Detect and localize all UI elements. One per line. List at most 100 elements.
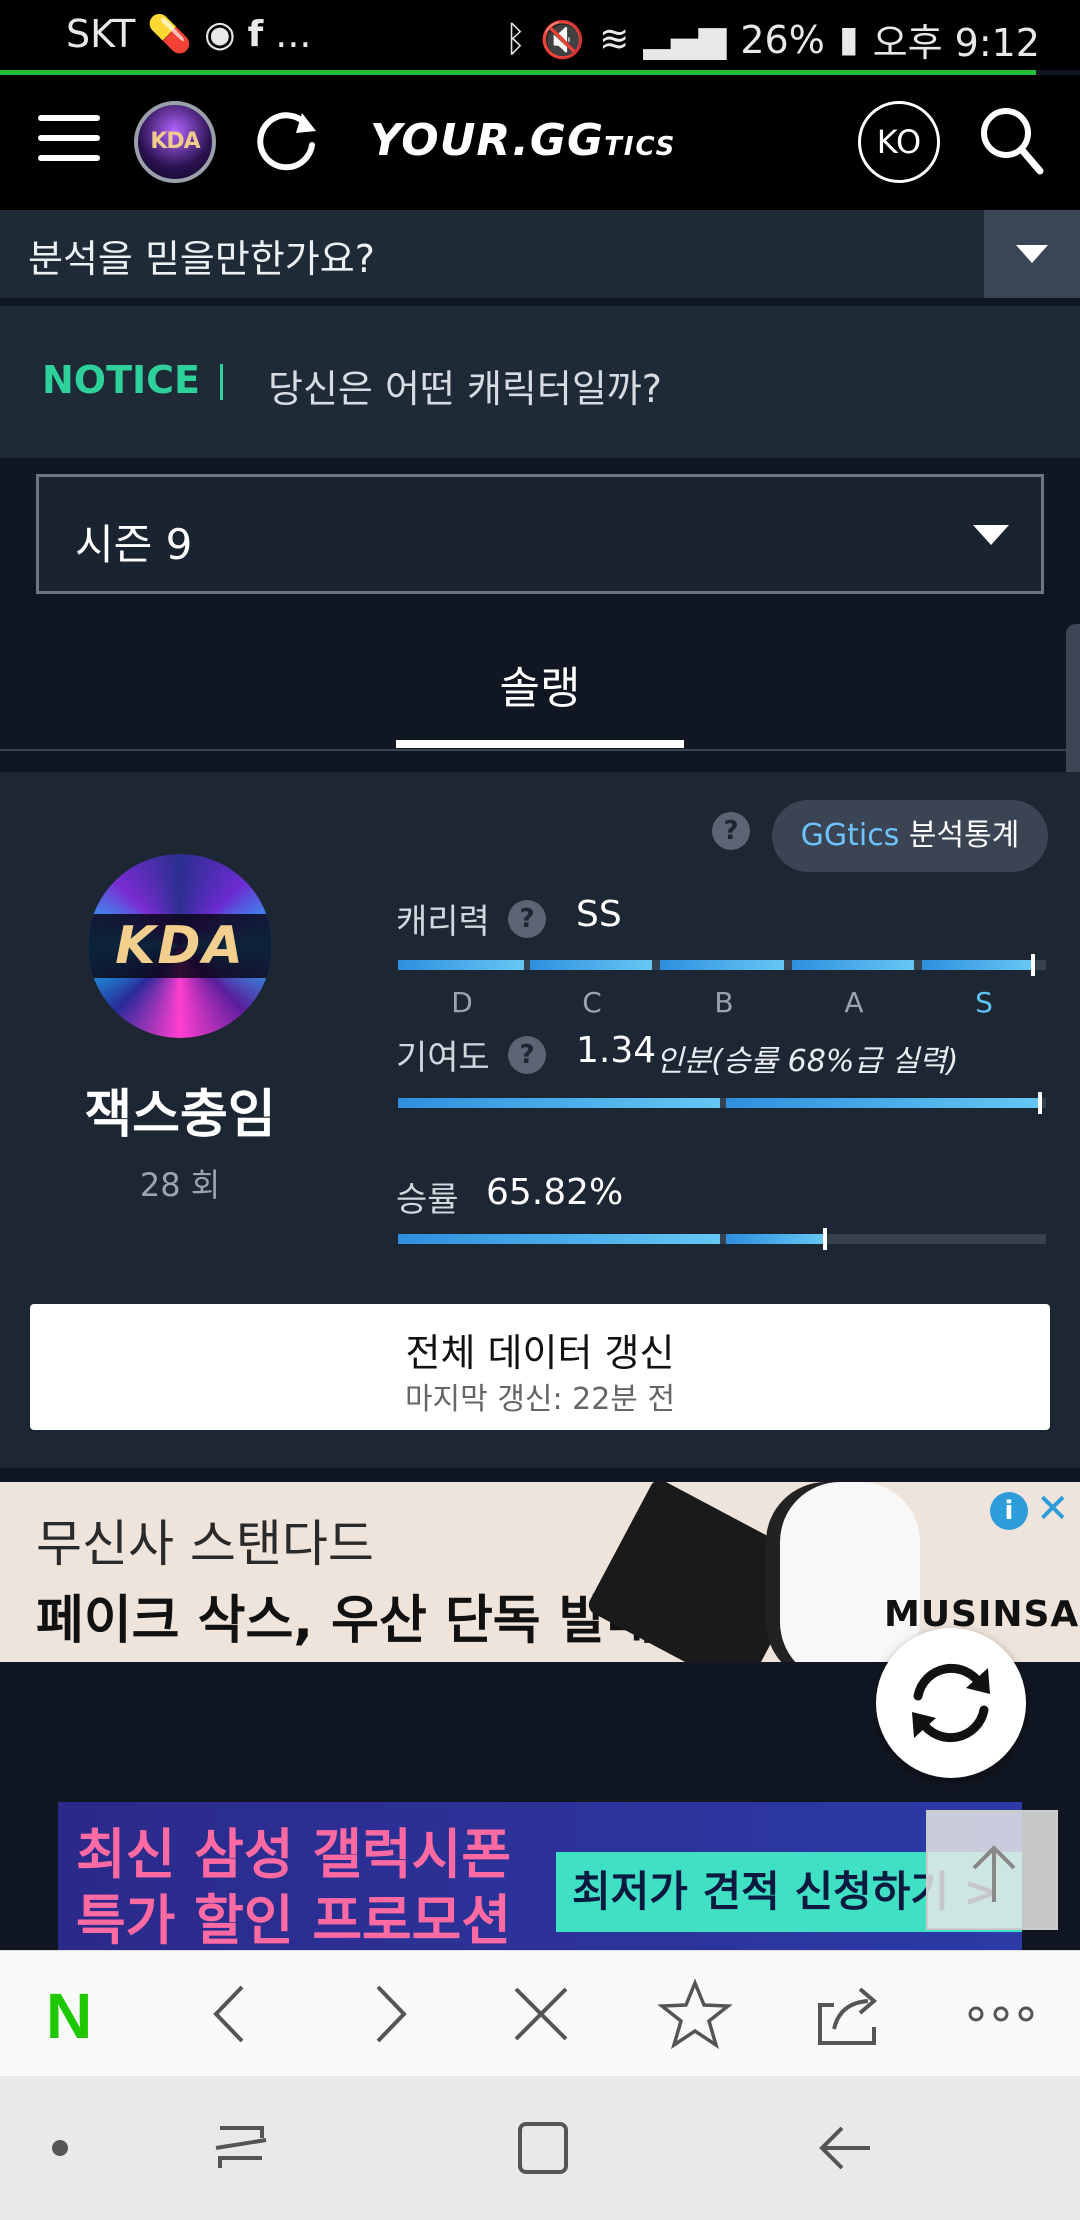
winrate-bar-segment-1 (398, 1234, 720, 1244)
scroll-to-top-button[interactable] (926, 1810, 1058, 1930)
active-tab-indicator (396, 740, 684, 748)
season-select[interactable]: 시즌 9 (36, 474, 1044, 594)
wifi-icon: ≋ (599, 19, 630, 60)
contribution-bar-segment-2 (726, 1098, 1042, 1108)
mute-icon: 🔇 (540, 19, 586, 61)
games-count: 28 회 (139, 1166, 221, 1204)
skill-value: SS (576, 894, 622, 935)
winrate-value: 65.82% (486, 1172, 624, 1213)
winrate-label: 승률 (396, 1180, 459, 1220)
winrate-bar (398, 1228, 1046, 1250)
ad-info-icon[interactable]: i (990, 1492, 1028, 1530)
skill-label: 캐리력 (396, 902, 490, 942)
contribution-bar-marker (1038, 1092, 1042, 1114)
skill-bar-marker (1031, 954, 1035, 976)
dot-icon[interactable] (40, 2128, 80, 2168)
sync-icon (912, 1663, 990, 1743)
grade-d: D (451, 986, 473, 1019)
recent-apps-icon[interactable] (206, 2118, 276, 2178)
notice-label: NOTICE (42, 358, 201, 402)
stats-button-accent: GGtics (800, 818, 900, 853)
status-bar: SKT 💊 ◉ f ... ᛒ 🔇 ≋ ▂▄▆ 26% ▮ 오후 9:12 (0, 0, 1080, 70)
contribution-value: 1.34 (576, 1030, 657, 1071)
browser-toolbar: N (0, 1950, 1080, 2076)
notice-banner[interactable]: NOTICE 당신은 어떤 캐릭터일까? (0, 306, 1080, 458)
carrier-label: SKT (66, 12, 136, 56)
question-bar[interactable]: 분석을 믿을만한가요? (0, 210, 1080, 298)
refresh-icon[interactable] (252, 105, 322, 175)
facebook-icon: f (247, 13, 264, 55)
notice-text[interactable]: 당신은 어떤 캐릭터일까? (268, 358, 662, 413)
nav-back-icon[interactable] (810, 2118, 880, 2178)
header-avatar[interactable]: KDA (134, 101, 216, 183)
ad-headline: 무신사 스탠다드 (36, 1515, 374, 1573)
contribution-label: 기여도 (396, 1038, 490, 1078)
back-icon[interactable] (186, 1969, 276, 2059)
ad-subheadline: 페이크 삭스, 우산 단독 발매 (36, 1591, 655, 1651)
help-icon[interactable]: ? (712, 812, 750, 850)
skill-bar-segment-b (660, 960, 784, 970)
forward-icon[interactable] (344, 1969, 434, 2059)
chevron-down-icon (1016, 245, 1048, 263)
tab-divider (0, 749, 1080, 751)
share-icon[interactable] (804, 1969, 894, 2059)
ad-close-icon[interactable]: ✕ (1036, 1486, 1070, 1532)
site-logo[interactable]: YOUR.GGTICS (370, 115, 676, 166)
contribution-sub: 인분(승률 68%급 실력) (656, 1044, 959, 1079)
header-avatar-text: KDA (150, 129, 200, 154)
help-icon[interactable]: ? (508, 900, 546, 938)
app-notification-icon: ◉ (204, 13, 236, 55)
skill-bar-segment-c (530, 960, 652, 970)
signal-icon: ▂▄▆ (643, 19, 727, 60)
battery-percent: 26% (740, 17, 825, 62)
question-toggle-button[interactable] (984, 210, 1080, 298)
logo-main: YOUR.GG (370, 115, 605, 166)
arrow-up-icon (972, 1845, 1016, 1902)
last-refresh-text: 마지막 갱신: 22분 전 (404, 1382, 676, 1417)
more-notifications: ... (275, 12, 312, 56)
refresh-all-label: 전체 데이터 갱신 (405, 1331, 675, 1375)
grade-c: C (582, 986, 602, 1019)
help-icon[interactable]: ? (508, 1036, 546, 1074)
status-right: ᛒ 🔇 ≋ ▂▄▆ 26% ▮ 오후 9:12 (505, 12, 1040, 67)
profile-avatar-text: KDA (115, 916, 245, 976)
close-icon[interactable] (496, 1969, 586, 2059)
profile-card: ? GGtics 분석통계 KDA 잭스충임 28 회 캐리력 ? SS D C… (0, 772, 1080, 1468)
app-header: KDA YOUR.GGTICS KO (0, 75, 1080, 210)
winrate-bar-marker (823, 1228, 827, 1250)
battery-icon: ▮ (838, 19, 859, 60)
tab-solo-rank[interactable]: 솔랭 (396, 652, 684, 716)
chevron-down-icon (973, 525, 1009, 545)
refresh-all-data-button[interactable]: 전체 데이터 갱신 마지막 갱신: 22분 전 (30, 1304, 1050, 1430)
skill-bar (398, 954, 1046, 976)
notice-divider (220, 364, 223, 400)
season-selected-value: 시즌 9 (75, 520, 193, 569)
contribution-bar (398, 1092, 1046, 1114)
pill-icon: 💊 (147, 14, 193, 55)
naver-home-button[interactable]: N (46, 1979, 92, 2053)
more-icon[interactable] (956, 1969, 1046, 2059)
search-icon[interactable] (976, 103, 1046, 179)
skill-bar-segment-s (922, 960, 1032, 970)
language-button[interactable]: KO (858, 101, 940, 183)
contribution-bar-segment-1 (398, 1098, 720, 1108)
menu-icon[interactable] (38, 115, 100, 165)
summoner-name: 잭스충임 (84, 1085, 276, 1145)
question-text: 분석을 믿을만한가요? (28, 237, 375, 281)
analysis-stats-button[interactable]: GGtics 분석통계 (772, 800, 1048, 872)
ad-banner-galaxy[interactable]: 최신 삼성 갤럭시폰 특가 할인 프로모션 최저가 견적 신청하기 > (58, 1802, 1022, 1950)
grade-a: A (844, 986, 864, 1019)
sync-button[interactable] (876, 1628, 1026, 1778)
grade-b: B (714, 986, 734, 1019)
grade-s: S (975, 986, 993, 1019)
skill-bar-segment-a (792, 960, 914, 970)
logo-suffix: TICS (604, 132, 677, 162)
profile-avatar: KDA (88, 854, 272, 1038)
clock: 오후 9:12 (872, 21, 1040, 65)
winrate-bar-segment-2 (726, 1234, 826, 1244)
bluetooth-icon: ᛒ (504, 19, 527, 60)
home-icon[interactable] (508, 2116, 578, 2180)
android-nav-bar (0, 2076, 1080, 2220)
star-icon[interactable] (650, 1969, 740, 2059)
skill-bar-segment-d (398, 960, 524, 970)
